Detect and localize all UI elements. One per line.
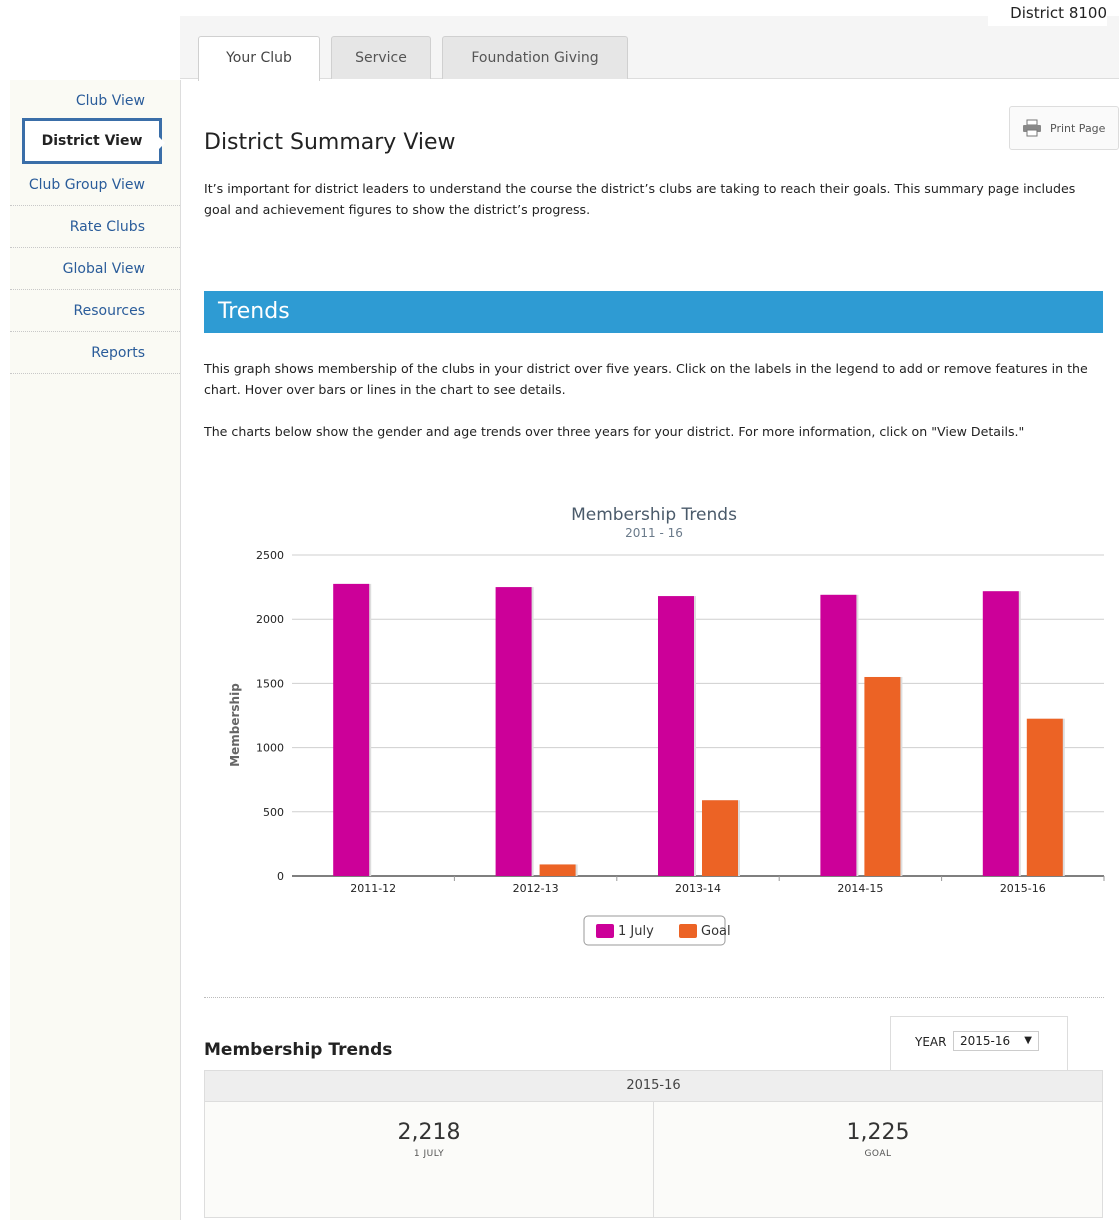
chart-svg: Membership Trends 2011 - 16 Membership 0… xyxy=(228,505,1105,946)
chart-y-tick-label: 0 xyxy=(277,870,284,883)
chart-x-tick-label: 2014-15 xyxy=(837,882,883,895)
membership-trends-title: Membership Trends xyxy=(204,1040,393,1060)
year-label: YEAR xyxy=(915,1035,947,1049)
sidebar-item-district-view[interactable]: District View xyxy=(22,118,165,164)
chart-y-tick-label: 500 xyxy=(263,806,284,819)
chart-x-tick-label: 2012-13 xyxy=(513,882,559,895)
bar-goal-2012-13[interactable] xyxy=(539,864,576,876)
legend-swatch[interactable] xyxy=(596,924,614,938)
chart-y-tick-label: 2500 xyxy=(256,549,284,562)
chart-title: Membership Trends xyxy=(571,505,737,525)
printer-icon xyxy=(1023,119,1041,137)
sidebar-item-rate-clubs[interactable]: Rate Clubs xyxy=(10,206,180,248)
bar-goal-2014-15[interactable] xyxy=(864,676,901,876)
top-tab-bar: Your Club Service Foundation Giving xyxy=(180,16,1119,81)
trends-paragraph-2: The charts below show the gender and age… xyxy=(204,424,1025,439)
chart-y-tick-label: 1500 xyxy=(256,677,284,690)
chart-legend[interactable]: 1 July Goal xyxy=(583,915,731,946)
intro-text: It’s important for district leaders to u… xyxy=(204,181,1076,217)
bar-goal-2013-14[interactable] xyxy=(702,800,738,876)
sidebar-item-global-view[interactable]: Global View xyxy=(10,248,180,290)
sidebar-item-reports[interactable]: Reports xyxy=(10,332,180,374)
july-value: 2,218 xyxy=(397,1120,461,1145)
bar-1-july-2015-16[interactable] xyxy=(982,591,1019,876)
chart-x-tick-label: 2013-14 xyxy=(675,882,721,895)
trends-heading: Trends xyxy=(204,291,1103,333)
print-page-label: Print Page xyxy=(1050,121,1106,135)
print-page-button[interactable]: Print Page xyxy=(1009,106,1119,150)
goal-value: 1,225 xyxy=(846,1120,910,1145)
page-title: District Summary View xyxy=(204,130,456,155)
legend-label[interactable]: Goal xyxy=(701,924,731,939)
membership-table-header: 2015-16 xyxy=(205,1071,1102,1102)
tab-your-club[interactable]: Your Club xyxy=(198,36,320,81)
legend-swatch[interactable] xyxy=(679,924,697,938)
tab-foundation-giving[interactable]: Foundation Giving xyxy=(442,36,628,79)
year-select-value: 2015-16 xyxy=(960,1034,1011,1048)
section-divider xyxy=(204,997,1104,998)
dropdown-arrow-icon: ▼ xyxy=(1024,1035,1032,1046)
tab-service[interactable]: Service xyxy=(331,36,431,79)
membership-cell-goal: 1,225 GOAL xyxy=(654,1102,1102,1218)
legend-label[interactable]: 1 July xyxy=(618,924,654,939)
chart-y-axis-label: Membership xyxy=(228,683,242,767)
chart-y-tick-label: 2000 xyxy=(256,613,284,626)
year-select[interactable]: 2015-16 ▼ xyxy=(953,1031,1039,1051)
chart-subtitle: 2011 - 16 xyxy=(625,526,683,540)
trends-paragraph-1: This graph shows membership of the clubs… xyxy=(204,361,1088,397)
chart-x-tick-label: 2011-12 xyxy=(350,882,396,895)
district-label: District 8100 xyxy=(988,0,1107,26)
membership-trends-chart: Membership Trends 2011 - 16 Membership 0… xyxy=(204,480,1119,960)
bar-1-july-2013-14[interactable] xyxy=(658,596,694,876)
sidebar-item-club-view[interactable]: Club View xyxy=(10,80,180,122)
chart-y-tick-label: 1000 xyxy=(256,742,284,755)
july-label: 1 JULY xyxy=(413,1149,445,1159)
year-filter: YEAR 2015-16 ▼ xyxy=(890,1016,1068,1072)
bar-1-july-2014-15[interactable] xyxy=(820,594,857,876)
chart-x-tick-label: 2015-16 xyxy=(1000,882,1046,895)
sidebar-item-club-group-view[interactable]: Club Group View xyxy=(10,164,180,206)
sidebar: Club View Club Group View Rate Clubs Glo… xyxy=(10,80,181,1220)
goal-label: GOAL xyxy=(864,1149,892,1159)
membership-table: 2015-16 2,218 1 JULY 1,225 GOAL xyxy=(204,1070,1103,1218)
membership-cell-1-july: 2,218 1 JULY xyxy=(205,1102,654,1218)
sidebar-item-resources[interactable]: Resources xyxy=(10,290,180,332)
bar-1-july-2012-13[interactable] xyxy=(495,587,532,876)
bar-1-july-2011-12[interactable] xyxy=(333,583,370,876)
bar-goal-2015-16[interactable] xyxy=(1026,718,1063,876)
